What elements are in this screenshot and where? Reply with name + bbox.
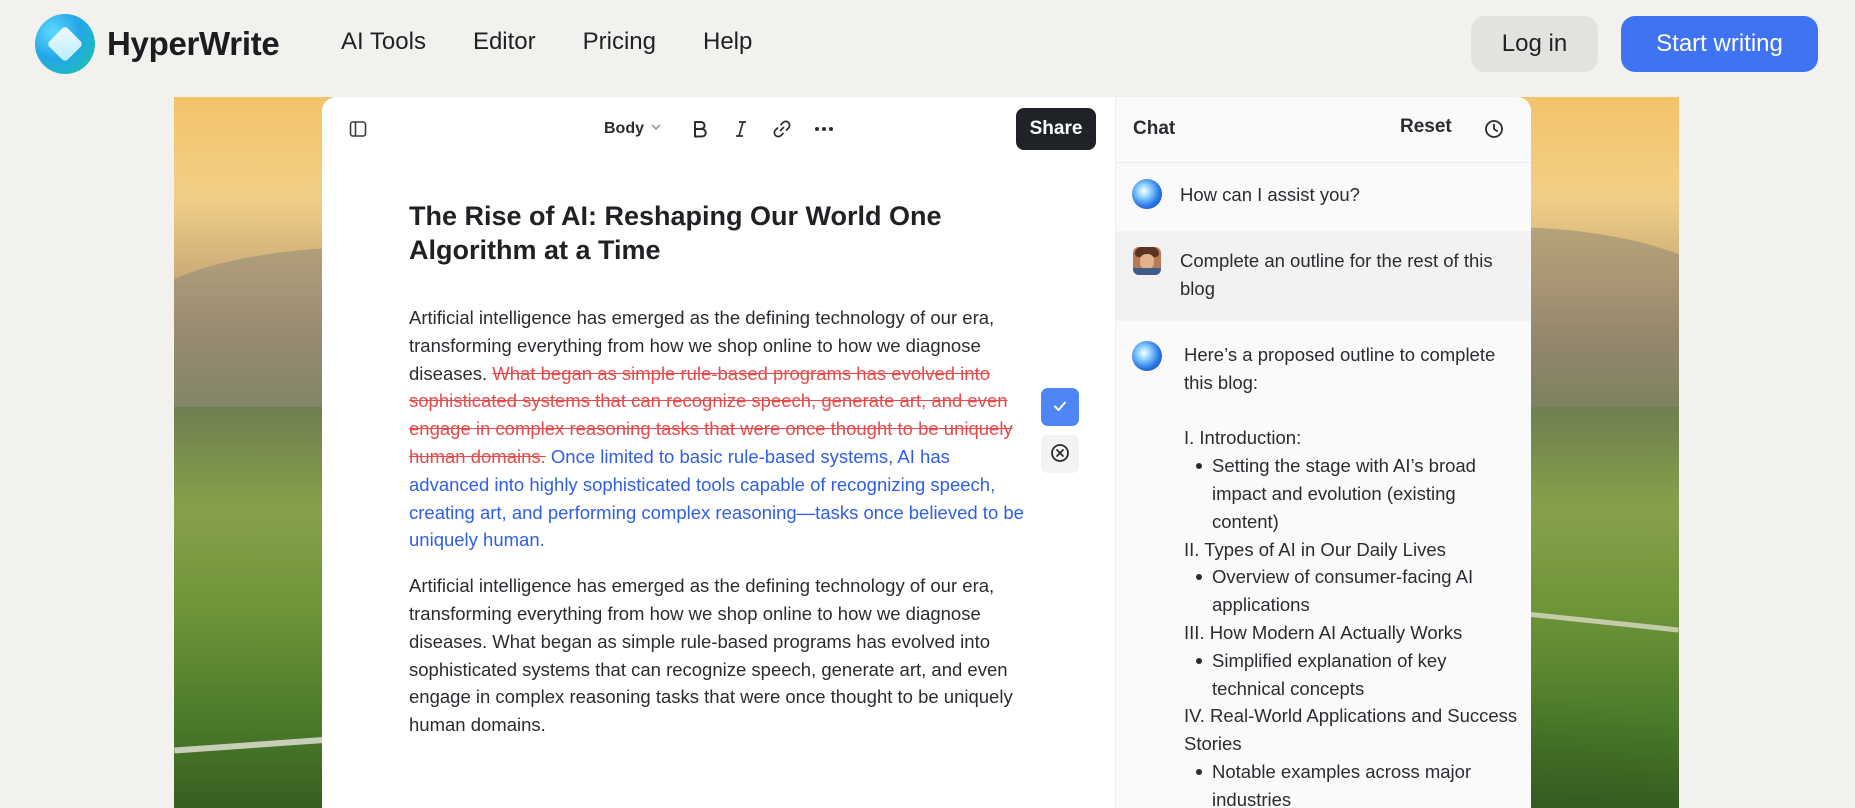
outline-point: Simplified explanation of key technical … — [1184, 647, 1520, 703]
more-icon[interactable] — [812, 117, 836, 141]
text-style-select[interactable]: Body — [604, 117, 662, 141]
outline-point: Setting the stage with AI’s broad impact… — [1184, 452, 1520, 535]
nav-link-ai-tools[interactable]: AI Tools — [341, 26, 426, 58]
chat-message-assistant: Here’s a proposed outline to complete th… — [1116, 321, 1531, 808]
chat-response-body: Here’s a proposed outline to complete th… — [1184, 341, 1520, 808]
reject-suggestion-button[interactable] — [1041, 435, 1079, 473]
hyperwrite-logo-icon — [35, 14, 95, 74]
outline-section: IV. Real-World Applications and Success … — [1184, 705, 1518, 755]
start-writing-button[interactable]: Start writing — [1621, 16, 1818, 72]
outline-point: Notable examples across major industries — [1184, 758, 1520, 808]
reset-chat-button[interactable]: Reset — [1400, 116, 1452, 138]
clock-icon[interactable] — [1483, 118, 1505, 144]
document-body[interactable]: The Rise of AI: Reshaping Our World One … — [409, 199, 1029, 739]
nav-link-pricing[interactable]: Pricing — [583, 26, 656, 58]
user-avatar — [1133, 247, 1161, 275]
assistant-avatar-icon — [1132, 341, 1162, 371]
brand-name: HyperWrite — [107, 25, 280, 62]
paragraph[interactable]: Artificial intelligence has emerged as t… — [409, 572, 1029, 739]
chat-response-intro: Here’s a proposed outline to complete th… — [1184, 344, 1496, 393]
chat-header: Chat Reset — [1116, 97, 1531, 163]
chat-message-user: Complete an outline for the rest of this… — [1116, 231, 1531, 321]
chat-title: Chat — [1133, 118, 1176, 139]
outline-section: II. Types of AI in Our Daily Lives — [1184, 538, 1446, 560]
chat-message-text: How can I assist you? — [1180, 184, 1360, 205]
outline-section: III. How Modern AI Actually Works — [1184, 621, 1463, 643]
chat-panel: Chat Reset How can I assist you? Complet… — [1115, 97, 1531, 808]
nav-link-editor[interactable]: Editor — [473, 26, 536, 58]
italic-icon[interactable] — [729, 117, 753, 141]
brand-logo[interactable]: HyperWrite — [35, 14, 280, 74]
check-icon — [1052, 398, 1068, 417]
sidebar-toggle-icon[interactable] — [348, 119, 368, 139]
nav-links: AI Tools Editor Pricing Help — [341, 26, 799, 58]
top-nav: HyperWrite AI Tools Editor Pricing Help … — [0, 0, 1855, 86]
outline-list: I. Introduction: Setting the stage with … — [1184, 424, 1520, 808]
outline-section: I. Introduction: — [1184, 427, 1302, 449]
assistant-avatar-icon — [1132, 179, 1162, 209]
document-title[interactable]: The Rise of AI: Reshaping Our World One … — [409, 199, 1029, 267]
share-button[interactable]: Share — [1016, 108, 1096, 150]
accept-suggestion-button[interactable] — [1041, 388, 1079, 426]
paragraph-with-suggestion[interactable]: Artificial intelligence has emerged as t… — [409, 304, 1029, 554]
editor-toolbar: Body Share — [322, 97, 1115, 161]
editor-pane: Body Share The Rise of AI: Reshaping Our… — [322, 97, 1115, 808]
bold-icon[interactable] — [688, 117, 712, 141]
chevron-down-icon — [650, 120, 662, 138]
login-button[interactable]: Log in — [1471, 16, 1598, 72]
link-icon[interactable] — [770, 117, 794, 141]
outline-point: Overview of consumer-facing AI applicati… — [1184, 563, 1520, 619]
text-style-value: Body — [604, 120, 644, 137]
editor-demo-card: Body Share The Rise of AI: Reshaping Our… — [322, 97, 1531, 808]
close-circle-icon — [1050, 443, 1070, 466]
nav-link-help[interactable]: Help — [703, 26, 752, 58]
chat-message-text: Complete an outline for the rest of this… — [1180, 250, 1493, 299]
chat-message-assistant: How can I assist you? — [1116, 163, 1531, 231]
